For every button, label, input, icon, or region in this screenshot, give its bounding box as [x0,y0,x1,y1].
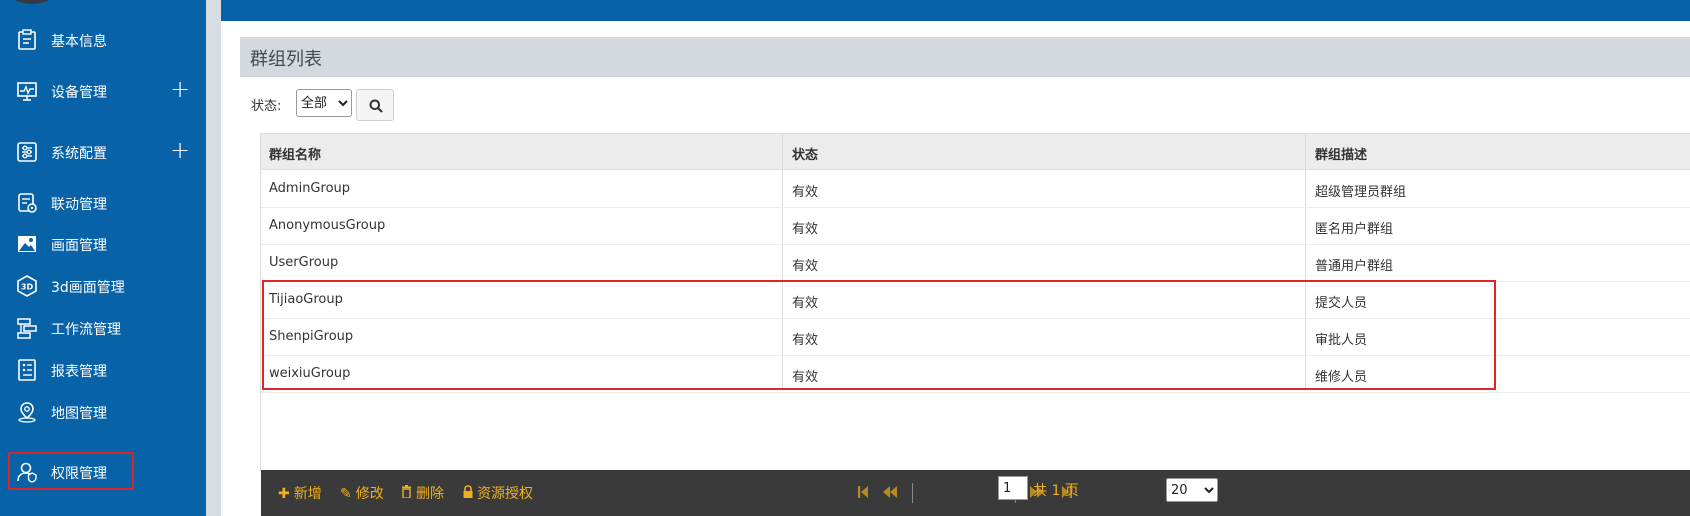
table-row[interactable]: AdminGroup 有效 超级管理员群组 [261,170,1690,208]
expand-plus-icon[interactable]: + [170,77,190,101]
workflow-icon [17,318,37,339]
sidebar-item-label: 基本信息 [51,34,107,50]
cell-description: 维修人员 [1315,370,1368,385]
sidebar-item-label: 报表管理 [51,364,107,380]
sidebar-item-label: 系统配置 [51,146,107,162]
table-row[interactable]: AnonymousGroup 有效 匿名用户群组 [261,207,1690,245]
cell-group-name: ShenpiGroup [269,329,354,344]
plus-icon: ✚ [278,486,290,502]
delete-button-label: 删除 [416,486,444,502]
sidebar-scroll-edge [206,0,221,516]
table-header: 群组名称 状态 群组描述 [261,134,1690,170]
lock-icon [463,485,473,502]
cell-status: 有效 [792,296,819,311]
column-header-name[interactable]: 群组名称 [269,144,321,163]
map-pin-icon [18,402,36,423]
status-filter-label: 状态: [251,99,282,114]
sidebar-item-screen-management[interactable]: 画面管理 [0,224,206,264]
sidebar-item-label: 地图管理 [51,406,107,422]
cell-description: 审批人员 [1315,333,1368,348]
sidebar-item-label: 设备管理 [51,85,107,101]
panel-header: 群组列表 [240,37,1690,77]
sidebar-item-report-management[interactable]: 报表管理 [0,350,206,390]
table-row[interactable]: weixiuGroup 有效 维修人员 [261,355,1690,393]
sidebar-item-label: 画面管理 [51,238,107,254]
svg-text:3D: 3D [21,283,34,292]
resource-grant-button[interactable]: 资源授权 [463,483,533,503]
group-table: 群组名称 状态 群组描述 AdminGroup 有效 超级管理员群组 Anony… [260,133,1690,471]
cell-group-name: TijiaoGroup [269,292,343,307]
previous-page-icon[interactable] [882,485,898,499]
cell-status: 有效 [792,222,819,237]
sidebar: 基本信息 设备管理 + 系统配置 + 联动管理 画面管理 3D 3d画面管理 工… [0,0,206,516]
sidebar-item-label: 工作流管理 [51,322,121,338]
cell-group-name: weixiuGroup [269,366,351,381]
search-button[interactable] [356,89,394,121]
bottom-toolbar: ✚ 新增 ✎ 修改 删除 资源授权 [261,470,1690,516]
pager-separator [912,483,913,503]
top-bar [221,0,1690,21]
page-title: 群组列表 [250,49,322,70]
sidebar-item-3d-screen-management[interactable]: 3D 3d画面管理 [0,266,206,306]
sidebar-item-workflow-management[interactable]: 工作流管理 [0,308,206,348]
image-icon [18,236,36,252]
sidebar-item-label: 3d画面管理 [51,280,125,296]
monitor-icon [17,82,37,101]
table-row[interactable]: UserGroup 有效 普通用户群组 [261,244,1690,282]
report-icon [18,359,36,381]
cell-status: 有效 [792,333,819,348]
search-icon [369,99,383,113]
pencil-icon: ✎ [340,486,352,502]
sidebar-item-linkage-management[interactable]: 联动管理 [0,183,206,223]
add-button-label: 新增 [293,486,322,502]
cell-description: 提交人员 [1315,296,1368,311]
add-button[interactable]: ✚ 新增 [278,483,322,503]
cell-group-name: UserGroup [269,255,339,270]
user-shield-icon [17,462,37,483]
cell-group-name: AdminGroup [269,181,351,196]
sidebar-item-label: 联动管理 [51,197,107,213]
cell-status: 有效 [792,370,819,385]
linkage-icon [18,193,37,213]
sidebar-item-device-management[interactable]: 设备管理 + [0,71,206,111]
table-row[interactable]: ShenpiGroup 有效 审批人员 [261,318,1690,356]
sidebar-item-basic-info[interactable]: 基本信息 [0,20,206,60]
sidebar-item-system-config[interactable]: 系统配置 + [0,132,206,172]
delete-button[interactable]: 删除 [401,483,444,503]
3d-icon: 3D [17,275,37,297]
trash-icon [401,485,412,502]
cell-status: 有效 [792,259,819,274]
settings-sliders-icon [17,142,37,162]
clipboard-icon [18,29,36,50]
cell-group-name: AnonymousGroup [269,218,386,233]
resource-grant-button-label: 资源授权 [477,486,533,502]
cell-description: 普通用户群组 [1315,259,1394,274]
column-header-description[interactable]: 群组描述 [1315,144,1367,163]
edit-button[interactable]: ✎ 修改 [340,483,384,503]
page-size-select[interactable]: 20 [1166,478,1218,502]
sidebar-item-label: 权限管理 [51,466,107,482]
user-avatar[interactable] [10,0,54,4]
status-filter-select[interactable]: 全部 [296,89,352,117]
page-number-input[interactable] [998,476,1028,500]
cell-status: 有效 [792,185,819,200]
column-header-status[interactable]: 状态 [792,144,818,163]
page-total-label: 共 1 页 [1033,483,1079,499]
table-row[interactable]: TijiaoGroup 有效 提交人员 [261,281,1690,319]
first-page-icon[interactable] [857,485,869,499]
sidebar-item-permission-management[interactable]: 权限管理 [0,452,206,494]
expand-plus-icon[interactable]: + [170,138,190,162]
cell-description: 超级管理员群组 [1315,185,1407,200]
sidebar-item-map-management[interactable]: 地图管理 [0,392,206,432]
cell-description: 匿名用户群组 [1315,222,1394,237]
edit-button-label: 修改 [355,486,384,502]
